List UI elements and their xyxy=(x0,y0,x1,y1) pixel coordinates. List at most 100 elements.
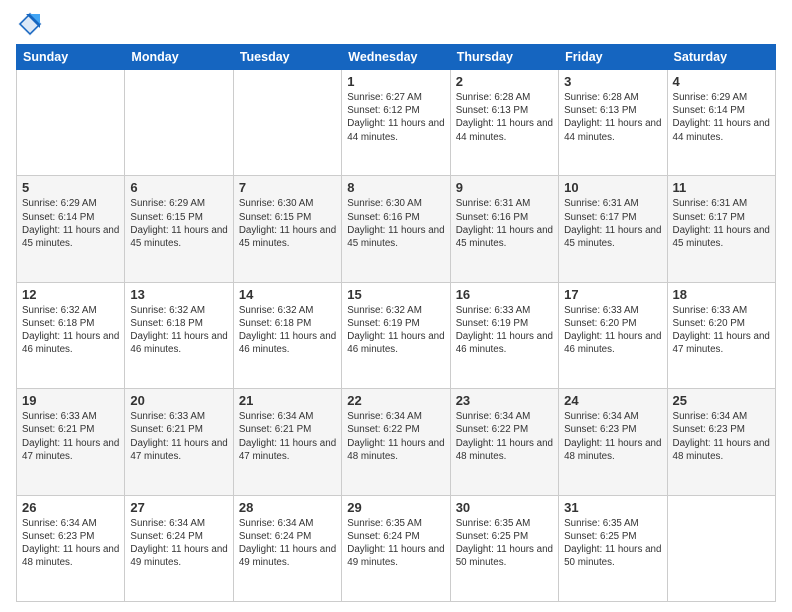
day-info: Sunrise: 6:29 AM Sunset: 6:15 PM Dayligh… xyxy=(130,197,227,250)
day-number: 4 xyxy=(673,74,770,89)
day-number: 10 xyxy=(564,180,661,195)
table-row: 14 Sunrise: 6:32 AM Sunset: 6:18 PM Dayli… xyxy=(233,282,341,388)
table-row: 29Sunrise: 6:35 AM Sunset: 6:24 PM Dayli… xyxy=(342,495,450,601)
day-info: Sunrise: 6:32 AM Sunset: 6:18 PM Dayligh… xyxy=(239,304,336,357)
table-row: 27 Sunrise: 6:34 AM Sunset: 6:24 PM Dayli… xyxy=(125,495,233,601)
table-row: 7 Sunrise: 6:30 AM Sunset: 6:15 PM Daylig… xyxy=(233,176,341,282)
table-row: 12Sunrise: 6:32 AM Sunset: 6:18 PM Dayli… xyxy=(17,282,125,388)
day-info: Sunrise: 6:33 AM Sunset: 6:20 PM Dayligh… xyxy=(673,304,770,357)
day-info: Sunrise: 6:34 AM Sunset: 6:21 PM Dayligh… xyxy=(239,410,336,463)
calendar-week-row: 19 Sunrise: 6:33 AM Sunset: 6:21 PM Dayli… xyxy=(17,389,776,495)
day-number: 31 xyxy=(564,500,661,515)
col-saturday: Saturday xyxy=(667,45,775,70)
day-number: 19 xyxy=(22,393,119,408)
table-row: 24 Sunrise: 6:34 AM Sunset: 6:23 PM Dayli… xyxy=(559,389,667,495)
day-number: 16 xyxy=(456,287,553,302)
day-info: Sunrise: 6:35 AM Sunset: 6:25 PM Dayligh… xyxy=(564,517,661,570)
day-number: 30 xyxy=(456,500,553,515)
table-row xyxy=(125,70,233,176)
day-info: Sunrise: 6:30 AM Sunset: 6:15 PM Dayligh… xyxy=(239,197,336,250)
day-number: 21 xyxy=(239,393,336,408)
day-number: 8 xyxy=(347,180,444,195)
table-row: 10Sunrise: 6:31 AM Sunset: 6:17 PM Dayli… xyxy=(559,176,667,282)
day-number: 6 xyxy=(130,180,227,195)
col-wednesday: Wednesday xyxy=(342,45,450,70)
table-row: 31 Sunrise: 6:35 AM Sunset: 6:25 PM Dayli… xyxy=(559,495,667,601)
day-number: 11 xyxy=(673,180,770,195)
day-info: Sunrise: 6:28 AM Sunset: 6:13 PM Dayligh… xyxy=(456,91,553,144)
col-friday: Friday xyxy=(559,45,667,70)
day-number: 12 xyxy=(22,287,119,302)
day-info: Sunrise: 6:33 AM Sunset: 6:21 PM Dayligh… xyxy=(22,410,119,463)
header xyxy=(16,10,776,38)
day-info: Sunrise: 6:34 AM Sunset: 6:23 PM Dayligh… xyxy=(564,410,661,463)
day-info: Sunrise: 6:33 AM Sunset: 6:20 PM Dayligh… xyxy=(564,304,661,357)
table-row: 1Sunrise: 6:27 AM Sunset: 6:12 PM Daylig… xyxy=(342,70,450,176)
day-number: 14 xyxy=(239,287,336,302)
day-info: Sunrise: 6:27 AM Sunset: 6:12 PM Dayligh… xyxy=(347,91,444,144)
day-info: Sunrise: 6:31 AM Sunset: 6:17 PM Dayligh… xyxy=(673,197,770,250)
day-number: 22 xyxy=(347,393,444,408)
day-info: Sunrise: 6:34 AM Sunset: 6:23 PM Dayligh… xyxy=(673,410,770,463)
day-info: Sunrise: 6:29 AM Sunset: 6:14 PM Dayligh… xyxy=(22,197,119,250)
table-row: 19 Sunrise: 6:33 AM Sunset: 6:21 PM Dayli… xyxy=(17,389,125,495)
day-number: 29 xyxy=(347,500,444,515)
day-info: Sunrise: 6:28 AM Sunset: 6:13 PM Dayligh… xyxy=(564,91,661,144)
day-info: Sunrise: 6:34 AM Sunset: 6:23 PM Dayligh… xyxy=(22,517,119,570)
table-row: 8 Sunrise: 6:30 AM Sunset: 6:16 PM Daylig… xyxy=(342,176,450,282)
day-number: 24 xyxy=(564,393,661,408)
day-info: Sunrise: 6:34 AM Sunset: 6:24 PM Dayligh… xyxy=(239,517,336,570)
day-info: Sunrise: 6:35 AM Sunset: 6:25 PM Dayligh… xyxy=(456,517,553,570)
day-info: Sunrise: 6:33 AM Sunset: 6:21 PM Dayligh… xyxy=(130,410,227,463)
day-info: Sunrise: 6:34 AM Sunset: 6:24 PM Dayligh… xyxy=(130,517,227,570)
day-number: 18 xyxy=(673,287,770,302)
calendar-week-row: 1Sunrise: 6:27 AM Sunset: 6:12 PM Daylig… xyxy=(17,70,776,176)
table-row xyxy=(667,495,775,601)
day-number: 27 xyxy=(130,500,227,515)
table-row: 11 Sunrise: 6:31 AM Sunset: 6:17 PM Dayli… xyxy=(667,176,775,282)
day-info: Sunrise: 6:32 AM Sunset: 6:19 PM Dayligh… xyxy=(347,304,444,357)
calendar-week-row: 26Sunrise: 6:34 AM Sunset: 6:23 PM Dayli… xyxy=(17,495,776,601)
day-number: 23 xyxy=(456,393,553,408)
calendar-week-row: 5 Sunrise: 6:29 AM Sunset: 6:14 PM Daylig… xyxy=(17,176,776,282)
day-info: Sunrise: 6:33 AM Sunset: 6:19 PM Dayligh… xyxy=(456,304,553,357)
table-row: 15 Sunrise: 6:32 AM Sunset: 6:19 PM Dayli… xyxy=(342,282,450,388)
logo xyxy=(16,10,48,38)
col-monday: Monday xyxy=(125,45,233,70)
day-info: Sunrise: 6:34 AM Sunset: 6:22 PM Dayligh… xyxy=(347,410,444,463)
table-row: 26Sunrise: 6:34 AM Sunset: 6:23 PM Dayli… xyxy=(17,495,125,601)
calendar-header-row: Sunday Monday Tuesday Wednesday Thursday… xyxy=(17,45,776,70)
table-row: 4 Sunrise: 6:29 AM Sunset: 6:14 PM Daylig… xyxy=(667,70,775,176)
day-info: Sunrise: 6:29 AM Sunset: 6:14 PM Dayligh… xyxy=(673,91,770,144)
day-number: 3 xyxy=(564,74,661,89)
table-row xyxy=(17,70,125,176)
col-tuesday: Tuesday xyxy=(233,45,341,70)
day-number: 13 xyxy=(130,287,227,302)
col-thursday: Thursday xyxy=(450,45,558,70)
day-info: Sunrise: 6:31 AM Sunset: 6:16 PM Dayligh… xyxy=(456,197,553,250)
day-number: 17 xyxy=(564,287,661,302)
table-row: 21 Sunrise: 6:34 AM Sunset: 6:21 PM Dayli… xyxy=(233,389,341,495)
table-row: 5 Sunrise: 6:29 AM Sunset: 6:14 PM Daylig… xyxy=(17,176,125,282)
table-row: 20 Sunrise: 6:33 AM Sunset: 6:21 PM Dayli… xyxy=(125,389,233,495)
table-row xyxy=(233,70,341,176)
col-sunday: Sunday xyxy=(17,45,125,70)
table-row: 6 Sunrise: 6:29 AM Sunset: 6:15 PM Daylig… xyxy=(125,176,233,282)
logo-icon xyxy=(16,10,44,38)
day-number: 20 xyxy=(130,393,227,408)
table-row: 16 Sunrise: 6:33 AM Sunset: 6:19 PM Dayli… xyxy=(450,282,558,388)
day-number: 2 xyxy=(456,74,553,89)
day-number: 7 xyxy=(239,180,336,195)
day-number: 28 xyxy=(239,500,336,515)
day-number: 15 xyxy=(347,287,444,302)
table-row: 22 Sunrise: 6:34 AM Sunset: 6:22 PM Dayli… xyxy=(342,389,450,495)
day-number: 9 xyxy=(456,180,553,195)
day-number: 5 xyxy=(22,180,119,195)
calendar-week-row: 12 Sunrise: 6:32 AM Sunset: 6:18 PM Dayli… xyxy=(17,282,776,388)
table-row: 28 Sunrise: 6:34 AM Sunset: 6:24 PM Dayli… xyxy=(233,495,341,601)
day-info: Sunrise: 6:30 AM Sunset: 6:16 PM Dayligh… xyxy=(347,197,444,250)
day-info: Sunrise: 6:34 AM Sunset: 6:22 PM Dayligh… xyxy=(456,410,553,463)
table-row: 3 Sunrise: 6:28 AM Sunset: 6:13 PM Daylig… xyxy=(559,70,667,176)
table-row: 17 Sunrise: 6:33 AM Sunset: 6:20 PM Dayli… xyxy=(559,282,667,388)
table-row: 9 Sunrise: 6:31 AM Sunset: 6:16 PM Daylig… xyxy=(450,176,558,282)
